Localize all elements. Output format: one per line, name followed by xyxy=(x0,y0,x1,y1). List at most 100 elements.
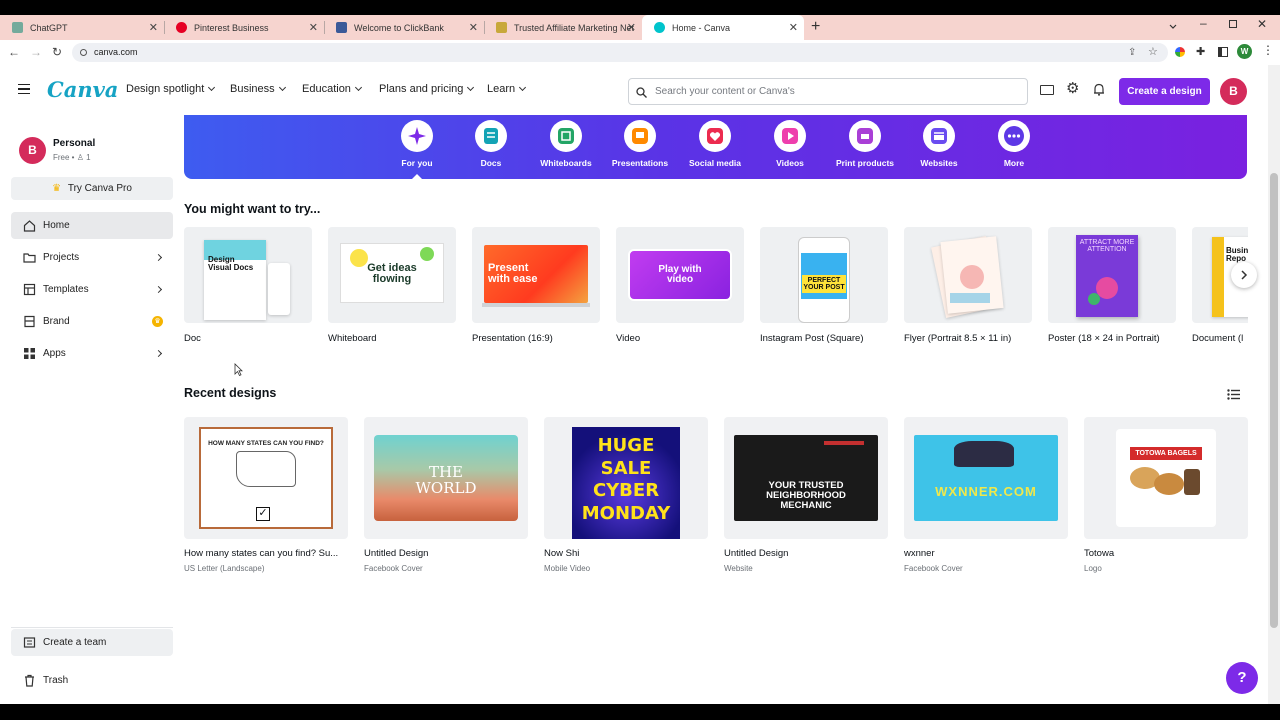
profile-avatar[interactable]: W xyxy=(1237,44,1252,59)
nav-plans-and-pricing[interactable]: Plans and pricing xyxy=(379,83,475,95)
browser-tab[interactable]: Trusted Affiliate Marketing Netw ✕ xyxy=(484,15,642,40)
address-bar[interactable]: canva.com ⇪ ☆ xyxy=(72,43,1168,62)
recent-design-card[interactable]: TOTOWA BAGELS Totowa Logo xyxy=(1084,417,1248,573)
nav-education[interactable]: Education xyxy=(302,83,362,95)
template-thumbnail: Design Visual Docs xyxy=(184,227,312,323)
carousel-next-button[interactable] xyxy=(1231,262,1257,288)
try-canva-pro-button[interactable]: ♛ Try Canva Pro xyxy=(11,177,173,200)
create-team-button[interactable]: Create a team xyxy=(11,629,173,656)
category-presentations[interactable]: Presentations xyxy=(605,120,675,168)
website-icon xyxy=(923,120,955,152)
share-icon[interactable]: ⇪ xyxy=(1128,43,1136,62)
try-section-title: You might want to try... xyxy=(184,202,321,216)
recent-design-card[interactable]: HOW MANY STATES CAN YOU FIND? ✓ How many… xyxy=(184,417,348,573)
extensions-puzzle-icon[interactable]: ✚ xyxy=(1196,45,1205,58)
browser-menu-icon[interactable]: ⋮ xyxy=(1262,43,1274,57)
browser-tab[interactable]: ChatGPT ✕ xyxy=(0,15,164,40)
canva-logo[interactable]: Canva xyxy=(47,77,118,102)
close-tab-icon[interactable]: ✕ xyxy=(309,21,318,34)
scrollbar-thumb[interactable] xyxy=(1270,173,1278,628)
sidebar-item-brand[interactable]: Brand ♛ xyxy=(11,308,173,335)
forward-icon[interactable]: → xyxy=(30,44,42,60)
category-label: More xyxy=(1003,158,1025,168)
template-card-flyer[interactable]: Flyer (Portrait 8.5 × 11 in) xyxy=(904,227,1032,344)
category-hero-banner: For you Docs Whiteboards Presentations S… xyxy=(184,115,1247,179)
tab-search-icon[interactable] xyxy=(1168,19,1178,29)
close-tab-icon[interactable]: ✕ xyxy=(789,21,798,34)
recent-design-card[interactable]: HUGE SALE CYBER MONDAY Now Shi Mobile Vi… xyxy=(544,417,708,573)
sidebar-item-home[interactable]: Home xyxy=(11,212,173,239)
template-card-presentation[interactable]: Present with ease Presentation (16:9) xyxy=(472,227,600,344)
template-card-video[interactable]: Play with video Video xyxy=(616,227,744,344)
category-label: For you xyxy=(401,158,433,168)
window-close-icon[interactable]: ✕ xyxy=(1257,17,1267,31)
template-card-doc[interactable]: Design Visual Docs Doc xyxy=(184,227,312,344)
back-icon[interactable]: ← xyxy=(8,44,20,60)
category-whiteboards[interactable]: Whiteboards xyxy=(531,120,601,168)
recent-design-card[interactable]: WXNNER.COM wxnner Facebook Cover xyxy=(904,417,1068,573)
person-icon: ♙ xyxy=(76,153,84,162)
browser-tab[interactable]: Pinterest Business ✕ xyxy=(164,15,324,40)
whiteboard-icon xyxy=(550,120,582,152)
sidebar-item-trash[interactable]: Trash xyxy=(11,667,173,694)
template-thumbnail xyxy=(904,227,1032,323)
chevron-down-icon xyxy=(467,83,475,92)
category-print-products[interactable]: Print products xyxy=(830,120,900,168)
nav-learn[interactable]: Learn xyxy=(487,83,527,95)
category-social-media[interactable]: Social media xyxy=(680,120,750,168)
sidebar-item-apps[interactable]: Apps xyxy=(11,340,173,367)
new-tab-button[interactable]: + xyxy=(811,18,820,36)
crown-icon: ♛ xyxy=(52,183,62,194)
search-input[interactable]: Search your content or Canva's xyxy=(628,78,1028,105)
user-avatar[interactable]: B xyxy=(1220,78,1247,105)
nav-design-spotlight[interactable]: Design spotlight xyxy=(126,83,216,95)
bookmark-star-icon[interactable]: ☆ xyxy=(1148,43,1158,62)
browser-tab[interactable]: Welcome to ClickBank ✕ xyxy=(324,15,484,40)
category-docs[interactable]: Docs xyxy=(456,120,526,168)
list-view-icon[interactable] xyxy=(1227,387,1240,400)
pinterest-favicon-icon xyxy=(176,22,187,33)
account-name[interactable]: Personal xyxy=(53,138,95,149)
site-info-icon[interactable] xyxy=(80,49,87,56)
template-thumbnail: Play with video xyxy=(616,227,744,323)
template-card-instagram-post[interactable]: PERFECT YOUR POST Instagram Post (Square… xyxy=(760,227,888,344)
print-icon xyxy=(849,120,881,152)
category-for-you[interactable]: For you xyxy=(382,120,452,168)
settings-gear-icon[interactable]: ⚙ xyxy=(1066,81,1079,97)
close-tab-icon[interactable]: ✕ xyxy=(469,21,478,34)
template-card-whiteboard[interactable]: Get ideas flowing Whiteboard xyxy=(328,227,456,344)
design-thumbnail: WXNNER.COM xyxy=(904,417,1068,539)
notifications-bell-icon[interactable] xyxy=(1093,83,1105,96)
recent-section-title: Recent designs xyxy=(184,386,277,400)
create-design-button[interactable]: Create a design xyxy=(1119,78,1210,105)
hamburger-menu-icon[interactable] xyxy=(18,84,30,94)
design-thumbnail: HOW MANY STATES CAN YOU FIND? ✓ xyxy=(184,417,348,539)
recent-design-card[interactable]: THE WORLD Untitled Design Facebook Cover xyxy=(364,417,528,573)
help-button[interactable]: ? xyxy=(1226,662,1258,694)
side-panel-icon[interactable] xyxy=(1218,47,1228,57)
template-card-poster[interactable]: ATTRACT MORE ATTENTION Poster (18 × 24 i… xyxy=(1048,227,1176,344)
category-websites[interactable]: Websites xyxy=(904,120,974,168)
template-thumbnail: Get ideas flowing xyxy=(328,227,456,323)
recent-design-card[interactable]: YOUR TRUSTED NEIGHBORHOOD MECHANIC Untit… xyxy=(724,417,888,573)
trash-label: Trash xyxy=(43,675,69,686)
browser-tab-active[interactable]: Home - Canva ✕ xyxy=(642,15,804,40)
close-tab-icon[interactable]: ✕ xyxy=(149,21,158,34)
design-type: US Letter (Landscape) xyxy=(184,564,265,573)
page-scrollbar[interactable] xyxy=(1268,65,1280,704)
category-videos[interactable]: Videos xyxy=(755,120,825,168)
clickbank-favicon-icon xyxy=(336,22,347,33)
sidebar-item-templates[interactable]: Templates xyxy=(11,276,173,303)
nav-business[interactable]: Business xyxy=(230,83,286,95)
design-name: Untitled Design xyxy=(724,548,789,559)
category-more[interactable]: More xyxy=(979,120,1049,168)
minimize-icon[interactable]: – xyxy=(1200,16,1207,30)
template-label: Flyer (Portrait 8.5 × 11 in) xyxy=(904,333,1012,344)
desktop-app-icon[interactable] xyxy=(1040,85,1054,95)
sidebar-item-projects[interactable]: Projects xyxy=(11,244,173,271)
reload-icon[interactable]: ↻ xyxy=(52,44,62,60)
extension-icon[interactable] xyxy=(1175,47,1185,57)
maximize-icon[interactable] xyxy=(1229,20,1237,28)
close-tab-icon[interactable]: ✕ xyxy=(627,21,636,34)
account-avatar[interactable]: B xyxy=(19,137,46,164)
